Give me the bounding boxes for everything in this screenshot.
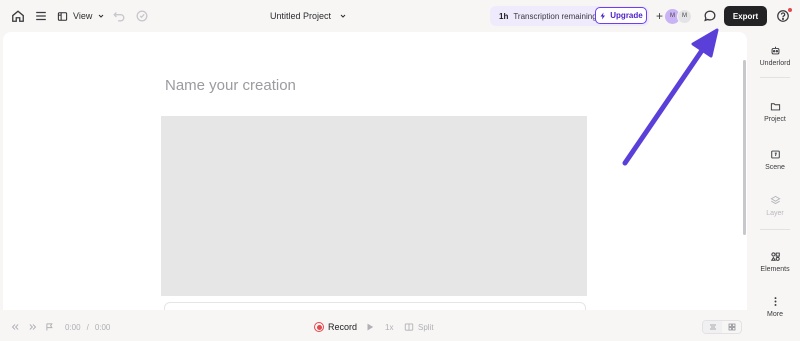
sidebar-item-label: Underlord	[759, 60, 791, 67]
view-menu-button[interactable]: View	[57, 6, 105, 26]
scrollbar[interactable]	[743, 60, 746, 235]
split-label: Split	[418, 322, 434, 332]
playback-speed[interactable]: 1x	[385, 320, 393, 334]
home-icon[interactable]	[8, 6, 28, 26]
top-toolbar: View Untitled Project 1h Transcription r…	[0, 0, 800, 32]
sidebar-item-scene[interactable]: Scene	[750, 149, 800, 171]
script-card[interactable]	[164, 302, 586, 310]
divider	[760, 229, 790, 230]
split-icon	[404, 323, 414, 331]
time-separator: /	[86, 322, 89, 332]
menu-icon[interactable]	[31, 6, 51, 26]
editor-canvas: Name your creation	[3, 32, 747, 310]
sidebar-item-label: Project	[764, 116, 786, 123]
playback-bar: 0:00 / 0:00 Record 1x Split	[0, 315, 747, 339]
transcription-hours: 1h	[499, 11, 509, 21]
collaborators[interactable]: + M M	[656, 8, 693, 24]
play-icon[interactable]	[365, 320, 375, 334]
project-title: Untitled Project	[270, 11, 332, 21]
comment-icon[interactable]	[700, 6, 720, 26]
grid-view-icon[interactable]	[722, 321, 741, 333]
undo-icon[interactable]	[109, 6, 129, 26]
record-label: Record	[328, 322, 358, 332]
sidebar-item-label: More	[767, 311, 783, 318]
sidebar-item-label: Elements	[760, 266, 790, 273]
add-collaborator-icon[interactable]: +	[656, 10, 663, 22]
timecode: 0:00 / 0:00	[65, 320, 110, 334]
chevron-down-icon	[340, 14, 346, 18]
lightning-icon	[600, 12, 606, 19]
view-label: View	[73, 11, 93, 21]
more-vertical-icon	[774, 297, 776, 306]
chevron-down-icon	[99, 14, 104, 18]
transcription-text: Transcription remaining	[513, 11, 597, 21]
sidebar-item-project[interactable]: Project	[750, 101, 800, 123]
export-button[interactable]: Export	[724, 6, 767, 26]
history-icon[interactable]	[132, 6, 152, 26]
right-sidebar: Underlord Project Scene Layer Elements M…	[750, 32, 800, 341]
robot-icon	[771, 46, 779, 55]
record-button[interactable]: Record	[314, 320, 357, 334]
upgrade-button[interactable]: Upgrade	[595, 7, 647, 24]
skip-forward-icon[interactable]	[28, 320, 38, 334]
bookmark-icon[interactable]	[45, 320, 55, 334]
scene-icon	[770, 150, 780, 159]
sidebar-item-more[interactable]: More	[750, 296, 800, 318]
sidebar-item-label: Scene	[765, 164, 785, 171]
total-time: 0:00	[94, 322, 111, 332]
layout-toggle[interactable]	[702, 320, 742, 334]
current-time: 0:00	[65, 322, 81, 332]
skip-back-icon[interactable]	[10, 320, 20, 334]
layout-icon	[57, 11, 68, 21]
sidebar-item-layer[interactable]: Layer	[750, 195, 800, 217]
elements-icon	[770, 252, 780, 261]
layers-icon	[769, 195, 781, 205]
split-button[interactable]: Split	[404, 320, 434, 334]
video-preview[interactable]	[161, 116, 587, 296]
record-icon	[314, 322, 324, 332]
sidebar-item-elements[interactable]: Elements	[750, 251, 800, 273]
upgrade-label: Upgrade	[610, 11, 643, 20]
creation-name-input[interactable]: Name your creation	[165, 77, 296, 94]
sidebar-item-label: Layer	[766, 210, 784, 217]
notification-dot	[788, 8, 792, 12]
folder-icon	[770, 103, 780, 111]
divider	[760, 77, 790, 78]
list-view-icon[interactable]	[703, 321, 722, 333]
avatar[interactable]: M	[677, 8, 693, 24]
sidebar-item-underlord[interactable]: Underlord	[750, 45, 800, 67]
project-title-menu[interactable]: Untitled Project	[270, 6, 347, 26]
